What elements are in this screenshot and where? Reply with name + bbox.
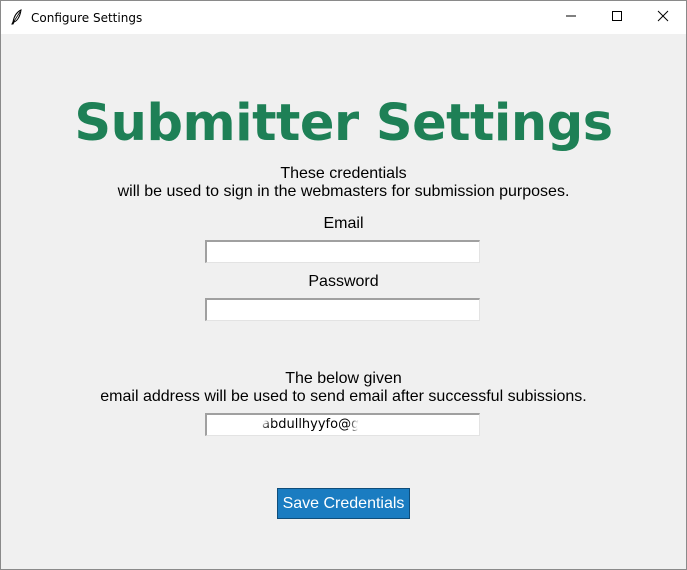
page-title: Submitter Settings xyxy=(74,94,613,153)
maximize-button[interactable] xyxy=(594,1,640,34)
notify-line-2: email address will be used to send email… xyxy=(100,388,587,405)
redaction-blur xyxy=(235,415,265,423)
feather-icon xyxy=(10,9,24,25)
notify-line-1: The below given xyxy=(285,370,402,387)
save-credentials-button[interactable]: Save Credentials xyxy=(277,488,410,519)
configure-settings-window: Configure Settings Submitter Settings Th… xyxy=(0,0,687,570)
password-label: Password xyxy=(308,273,379,290)
maximize-icon xyxy=(611,9,623,27)
window-title: Configure Settings xyxy=(31,11,143,25)
close-icon xyxy=(657,9,669,27)
title-bar[interactable]: Configure Settings xyxy=(1,1,686,34)
redaction-blur xyxy=(267,302,417,318)
description-line-1: These credentials xyxy=(280,165,407,182)
description-line-2: will be used to sign in the webmasters f… xyxy=(117,183,570,200)
email-label: Email xyxy=(323,215,364,232)
close-button[interactable] xyxy=(640,1,686,34)
redaction-blur xyxy=(357,419,447,433)
minimize-icon xyxy=(565,9,577,27)
password-field[interactable] xyxy=(205,298,480,321)
minimize-button[interactable] xyxy=(548,1,594,34)
redaction-blur xyxy=(237,244,452,260)
email-field[interactable] xyxy=(205,240,480,263)
notification-email-value: abdullhyyfo@g xyxy=(262,417,360,432)
notification-email-field[interactable]: abdullhyyfo@g xyxy=(205,413,480,436)
